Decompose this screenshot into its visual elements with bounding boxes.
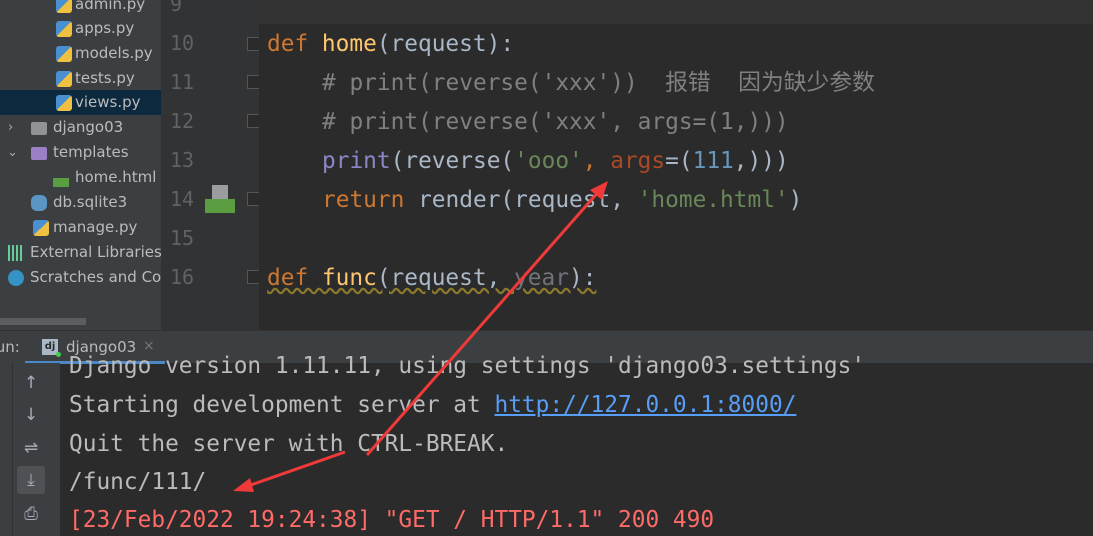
code-line-10: def home(request): — [267, 31, 515, 57]
line-number: 14 — [170, 187, 195, 211]
python-file-icon — [56, 21, 72, 37]
chevron-down-icon[interactable]: ⌄ — [7, 140, 18, 165]
console-line: /func/111/ — [69, 469, 207, 495]
code-line-14: return render(request, 'home.html') — [322, 187, 803, 213]
running-indicator-icon — [56, 352, 61, 357]
run-label: Run: — [0, 338, 20, 356]
current-line-highlight — [259, 0, 1093, 24]
line-number: 11 — [170, 70, 195, 94]
libraries-icon — [8, 245, 24, 261]
python-file-icon — [33, 220, 49, 236]
tree-item-admin[interactable]: admin.py — [0, 0, 161, 17]
run-left-toolbar — [0, 363, 13, 536]
line-number: 12 — [170, 109, 195, 133]
console-log-line: [23/Feb/2022 19:24:38] "GET / HTTP/1.1" … — [69, 507, 715, 533]
tree-item-db[interactable]: db.sqlite3 — [0, 190, 161, 215]
chevron-right-icon[interactable]: › — [8, 115, 13, 140]
code-line-13: print(reverse('ooo', args=(111,))) — [322, 148, 789, 174]
console-line: Starting development server at http://12… — [69, 392, 797, 418]
folder-icon — [31, 122, 47, 135]
tree-item-apps[interactable]: apps.py — [0, 16, 161, 41]
tree-item-templates[interactable]: ⌄ templates — [0, 140, 161, 165]
project-tree: admin.py apps.py models.py tests.py view… — [0, 0, 161, 330]
tree-item-models[interactable]: models.py — [0, 41, 161, 66]
tree-label: home.html — [75, 168, 157, 186]
python-file-icon — [56, 46, 72, 62]
line-number: 13 — [170, 148, 195, 172]
soft-wrap-icon[interactable]: ⇌ — [17, 434, 45, 462]
scroll-to-end-icon[interactable]: ⤓ — [17, 466, 45, 494]
python-file-icon — [56, 95, 72, 111]
tree-label: views.py — [75, 93, 141, 111]
line-number: 16 — [170, 265, 195, 289]
console-line: Django version 1.11.11, using settings '… — [69, 353, 866, 379]
line-number: 15 — [170, 226, 195, 250]
tree-item-scratches[interactable]: Scratches and Cor — [0, 265, 161, 290]
tree-item-manage[interactable]: manage.py — [0, 215, 161, 240]
down-arrow-icon[interactable]: ↓ — [17, 401, 45, 429]
tree-label: tests.py — [75, 69, 135, 87]
tree-label: admin.py — [75, 0, 146, 13]
python-file-icon — [56, 71, 72, 87]
code-line-16: def func(request, year): — [267, 265, 597, 291]
tree-label: templates — [53, 143, 129, 161]
tree-item-views[interactable]: views.py — [0, 90, 161, 115]
database-icon — [31, 195, 47, 211]
tree-label: django03 — [53, 118, 124, 136]
tree-label: db.sqlite3 — [53, 193, 128, 211]
folder-icon — [31, 147, 47, 160]
html-template-gutter-icon[interactable] — [205, 185, 235, 214]
tree-label: Scratches and Cor — [30, 268, 161, 286]
horizontal-scrollbar[interactable] — [0, 318, 86, 325]
print-icon[interactable]: ⎙ — [17, 500, 45, 528]
tree-item-external-libraries[interactable]: External Libraries — [0, 240, 161, 265]
code-line-11: # print(reverse('xxx')) 报错 因为缺少参数 — [322, 70, 875, 96]
code-line-12: # print(reverse('xxx', args=(1,))) — [322, 109, 789, 135]
tree-item-django03[interactable]: › django03 — [0, 115, 161, 140]
annotation-arrowhead — [233, 478, 254, 492]
console-line: Quit the server with CTRL-BREAK. — [69, 431, 509, 457]
tree-label: models.py — [75, 44, 153, 62]
up-arrow-icon[interactable]: ↑ — [17, 369, 45, 397]
tree-label: apps.py — [75, 19, 135, 37]
line-number: 10 — [170, 31, 195, 55]
tree-item-tests[interactable]: tests.py — [0, 66, 161, 91]
tree-label: manage.py — [53, 218, 138, 236]
html-file-icon — [53, 178, 69, 187]
line-number: 9 — [170, 0, 183, 16]
server-url-link[interactable]: http://127.0.0.1:8000/ — [494, 392, 796, 418]
tree-item-home-html[interactable]: home.html — [0, 165, 161, 190]
scratches-icon — [8, 270, 24, 286]
tree-label: External Libraries — [30, 243, 161, 261]
python-file-icon — [56, 0, 72, 13]
